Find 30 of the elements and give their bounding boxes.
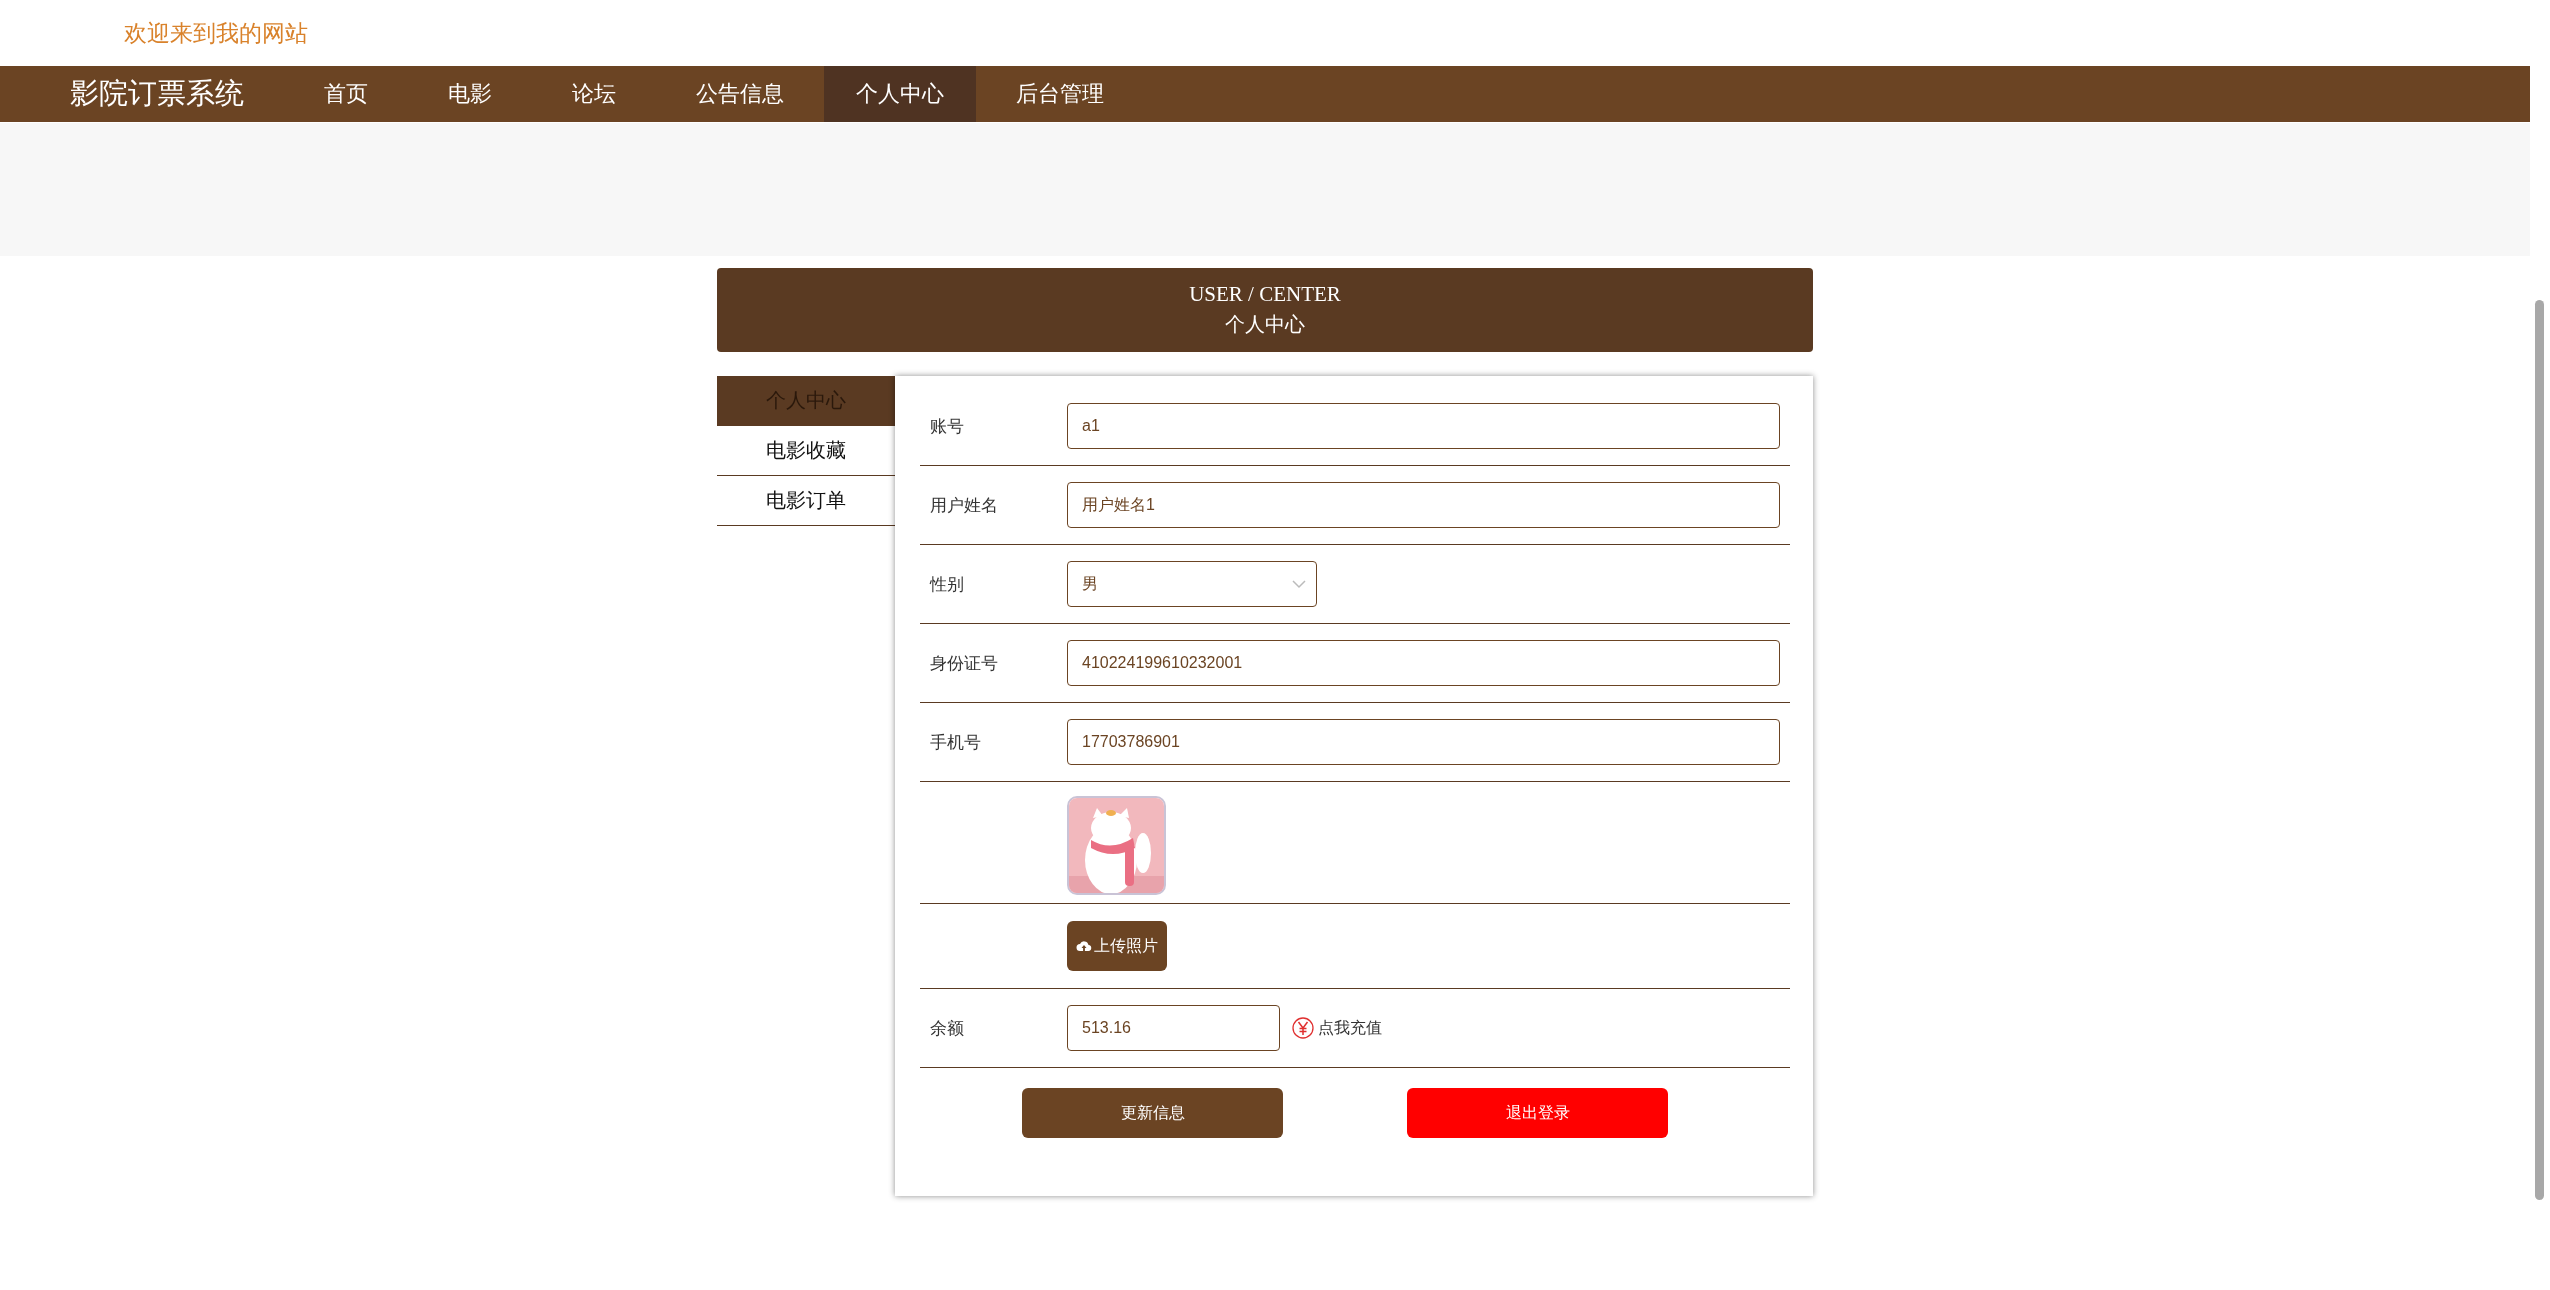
cloud-upload-icon xyxy=(1076,940,1092,952)
nav-tab[interactable]: 后台管理 xyxy=(976,66,1144,122)
nav-tab[interactable]: 首页 xyxy=(284,66,408,122)
nav-tab[interactable]: 个人中心 xyxy=(824,66,976,122)
field-label: 账号 xyxy=(929,415,965,438)
field-label: 身份证号 xyxy=(929,652,999,675)
gender-select[interactable]: 男 xyxy=(1067,561,1317,607)
recharge-link[interactable]: 点我充值 xyxy=(1318,1017,1382,1039)
scrollbar[interactable] xyxy=(2535,300,2544,1200)
input-field[interactable]: a1 xyxy=(1067,403,1780,449)
update-button[interactable]: 更新信息 xyxy=(1022,1088,1283,1138)
section-title: USER / CENTER xyxy=(1189,282,1341,307)
chevron-down-icon xyxy=(1292,579,1306,589)
nav-tab[interactable]: 论坛 xyxy=(532,66,656,122)
welcome-text: 欢迎来到我的网站 xyxy=(124,18,308,48)
yuan-icon xyxy=(1292,1017,1314,1039)
field-label: 余额 xyxy=(929,1017,965,1040)
site-logo-text: 影院订票系统 xyxy=(70,76,244,111)
field-label: 性别 xyxy=(928,573,965,596)
input-field[interactable]: 17703786901 xyxy=(1067,719,1780,765)
input-field[interactable]: 513.16 xyxy=(1067,1005,1280,1051)
field-label: 用户姓名 xyxy=(929,494,999,517)
nav-tab[interactable]: 公告信息 xyxy=(656,66,824,122)
input-field[interactable]: 410224199610232001 xyxy=(1067,640,1780,686)
nav-tab[interactable]: 电影 xyxy=(408,66,532,122)
upload-photo-button[interactable]: 上传照片 xyxy=(1067,921,1167,971)
logout-button[interactable]: 退出登录 xyxy=(1407,1088,1668,1138)
input-field[interactable]: 用户姓名1 xyxy=(1067,482,1780,528)
section-subtitle: 个人中心 xyxy=(1225,312,1305,337)
field-label: 手机号 xyxy=(929,731,982,754)
